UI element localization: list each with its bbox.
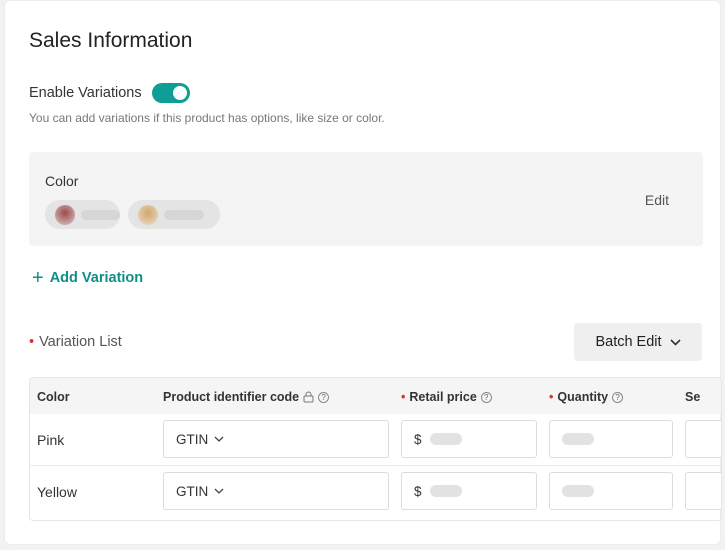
color-option-chip[interactable] xyxy=(45,200,120,229)
color-option-chip[interactable] xyxy=(128,200,220,229)
header-extra: Se xyxy=(685,390,700,404)
variation-table: Color Product identifier code ? • Retail… xyxy=(29,377,722,521)
toggle-knob xyxy=(172,86,187,100)
blurred-price-value xyxy=(429,433,462,445)
color-swatch-image xyxy=(55,204,75,225)
table-header: Color Product identifier code ? • Retail… xyxy=(30,378,721,414)
enable-variations-row: Enable Variations xyxy=(29,83,190,103)
required-marker: • xyxy=(29,334,35,350)
blurred-quantity-value xyxy=(562,485,594,497)
variation-list-label: Variation List xyxy=(39,334,122,350)
add-variation-label: Add Variation xyxy=(49,270,144,286)
currency-symbol: $ xyxy=(414,483,422,499)
chevron-down-icon xyxy=(669,338,681,346)
extra-column-input[interactable] xyxy=(685,420,721,458)
batch-edit-label: Batch Edit xyxy=(595,334,662,350)
identifier-type-value: GTIN xyxy=(176,431,209,447)
header-identifier: Product identifier code ? xyxy=(163,390,330,404)
chevron-down-icon xyxy=(214,488,224,494)
variation-group-label: Color xyxy=(45,173,79,189)
row-color-name: Yellow xyxy=(37,484,77,500)
color-variation-group: Color Edit xyxy=(29,152,703,246)
enable-variations-label: Enable Variations xyxy=(29,85,142,101)
lock-icon xyxy=(303,391,314,403)
help-icon[interactable]: ? xyxy=(318,391,330,403)
identifier-type-select[interactable]: GTIN xyxy=(163,472,389,510)
header-color: Color xyxy=(37,390,70,404)
header-quantity: • Quantity ? xyxy=(549,390,624,404)
row-color-name: Pink xyxy=(37,432,65,448)
plus-icon: + xyxy=(32,267,44,289)
sales-information-card: Sales Information Enable Variations You … xyxy=(4,0,722,545)
header-quantity-label: Quantity xyxy=(557,390,609,404)
identifier-type-value: GTIN xyxy=(176,483,209,499)
blurred-option-name xyxy=(164,209,204,220)
add-variation-button[interactable]: + Add Variation xyxy=(32,267,144,289)
table-row: Pink GTIN $ xyxy=(30,414,721,466)
currency-symbol: $ xyxy=(414,431,422,447)
identifier-type-select[interactable]: GTIN xyxy=(163,420,389,458)
help-icon[interactable]: ? xyxy=(612,391,624,403)
enable-variations-toggle[interactable] xyxy=(151,83,190,103)
batch-edit-button[interactable]: Batch Edit xyxy=(574,323,702,361)
quantity-input[interactable] xyxy=(549,472,673,510)
blurred-quantity-value xyxy=(562,433,594,445)
extra-column-input[interactable] xyxy=(685,472,721,510)
section-title: Sales Information xyxy=(29,29,193,52)
color-swatch-image xyxy=(138,204,158,225)
header-extra-label: Se xyxy=(685,390,701,404)
variation-list-title: • Variation List xyxy=(29,334,122,350)
required-marker: • xyxy=(549,390,554,404)
retail-price-input[interactable]: $ xyxy=(401,472,537,510)
table-row: Yellow GTIN $ xyxy=(30,466,721,518)
variations-hint: You can add variations if this product h… xyxy=(29,111,385,125)
blurred-option-name xyxy=(80,209,120,220)
quantity-input[interactable] xyxy=(549,420,673,458)
help-icon[interactable]: ? xyxy=(480,391,492,403)
chevron-down-icon xyxy=(214,436,224,442)
header-price-label: Retail price xyxy=(409,390,477,404)
header-price: • Retail price ? xyxy=(401,390,492,404)
blurred-price-value xyxy=(429,485,462,497)
required-marker: • xyxy=(401,390,406,404)
header-identifier-label: Product identifier code xyxy=(163,390,300,404)
edit-variation-link[interactable]: Edit xyxy=(645,192,669,208)
retail-price-input[interactable]: $ xyxy=(401,420,537,458)
header-color-label: Color xyxy=(37,390,70,404)
